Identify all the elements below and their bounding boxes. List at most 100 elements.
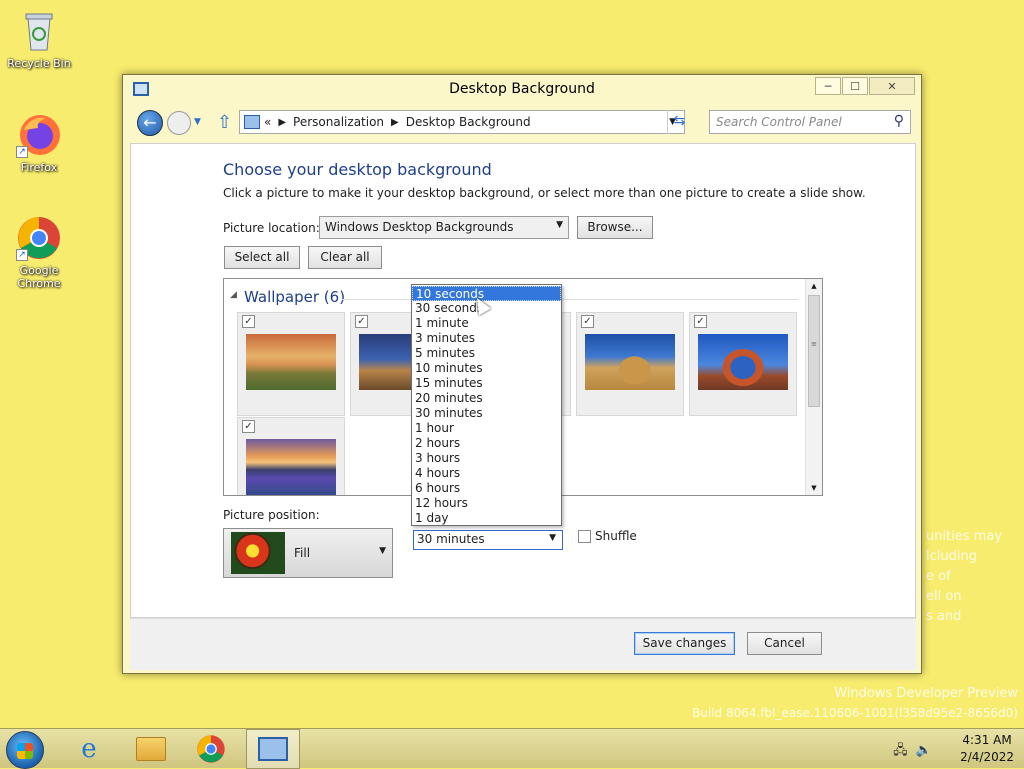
search-input[interactable]: Search Control Panel ⚲ <box>709 110 911 134</box>
windows-logo-icon <box>17 743 33 759</box>
interval-option[interactable]: 4 hours <box>412 466 561 481</box>
window-title: Desktop Background <box>449 81 595 97</box>
taskbar-google-chrome[interactable] <box>184 729 238 769</box>
taskbar: e 🖧 🔈 4:31 AM 2/4/2022 <box>0 728 1024 769</box>
wallpaper-checkbox[interactable]: ✓ <box>581 315 594 328</box>
watermark-line2: Build 8064.fbl_ease.110606-1001(l358d95e… <box>692 706 1018 720</box>
interval-option[interactable]: 10 minutes <box>412 361 561 376</box>
taskbar-file-explorer[interactable] <box>124 729 178 769</box>
maximize-button[interactable]: ☐ <box>842 77 868 95</box>
folder-icon <box>136 737 166 761</box>
browse-button[interactable]: Browse... <box>577 216 653 239</box>
back-button[interactable]: ← <box>137 110 163 136</box>
control-panel-icon <box>244 115 260 129</box>
scrollbar-thumb[interactable]: ≡ <box>808 295 820 407</box>
search-icon[interactable]: ⚲ <box>894 113 904 129</box>
interval-option[interactable]: 1 day <box>412 511 561 526</box>
gallery-scrollbar[interactable]: ▲ ≡ ▼ <box>805 279 822 495</box>
network-icon[interactable]: 🖧 <box>893 743 908 758</box>
taskbar-control-panel[interactable] <box>246 729 300 769</box>
picture-position-select[interactable]: Fill ▼ <box>223 528 393 578</box>
wallpaper-tile[interactable]: ✓ <box>689 312 797 416</box>
clock[interactable]: 4:31 AM 2/4/2022 <box>960 733 1014 764</box>
obscured-fragment: e of <box>926 569 951 584</box>
internet-explorer-icon: e <box>81 734 97 764</box>
wallpaper-lake-flowers-thumbnail[interactable] <box>246 439 336 495</box>
clear-all-button[interactable]: Clear all <box>308 246 382 269</box>
wallpaper-tile[interactable]: ✓ <box>576 312 684 416</box>
picture-location-select[interactable]: Windows Desktop Backgrounds ▼ <box>319 216 569 239</box>
wallpaper-checkbox[interactable]: ✓ <box>355 315 368 328</box>
volume-icon[interactable]: 🔈 <box>916 743 932 758</box>
chrome-icon: ↗ <box>16 215 62 261</box>
system-tray: 🖧 🔈 <box>893 741 932 763</box>
interval-option[interactable]: 20 minutes <box>412 391 561 406</box>
desktop-icon-recycle-bin[interactable]: Recycle Bin <box>1 8 77 70</box>
wallpaper-tile[interactable]: ✓ <box>237 312 345 416</box>
title-bar[interactable]: Desktop Background ─ ☐ ✕ <box>123 75 921 105</box>
collapse-group-icon[interactable]: ◢ <box>230 290 237 300</box>
interval-option[interactable]: 2 hours <box>412 436 561 451</box>
refresh-button[interactable]: ⇆ <box>667 110 691 134</box>
breadcrumb-separator-icon[interactable]: ▶ <box>278 117 286 128</box>
forward-button[interactable] <box>167 111 191 135</box>
wallpaper-hay-bale-thumbnail[interactable] <box>585 334 675 390</box>
close-button[interactable]: ✕ <box>869 77 915 95</box>
clock-date: 2/4/2022 <box>960 750 1014 764</box>
chevron-down-icon: ▼ <box>549 533 556 543</box>
interval-option[interactable]: 15 minutes <box>412 376 561 391</box>
wallpaper-sunset-field-thumbnail[interactable] <box>246 334 336 390</box>
wallpaper-arch-thumbnail[interactable] <box>698 334 788 390</box>
breadcrumb-separator-icon[interactable]: ▶ <box>391 117 399 128</box>
scroll-up-icon[interactable]: ▲ <box>806 279 822 293</box>
slideshow-interval-value: 30 minutes <box>417 532 485 546</box>
search-placeholder: Search Control Panel <box>716 115 842 129</box>
interval-option[interactable]: 3 hours <box>412 451 561 466</box>
control-panel-icon <box>258 737 288 761</box>
clock-time: 4:31 AM <box>962 733 1012 747</box>
up-arrow-icon[interactable]: ⇧ <box>217 112 232 133</box>
page-description: Click a picture to make it your desktop … <box>223 186 866 200</box>
interval-option[interactable]: 12 hours <box>412 496 561 511</box>
start-button[interactable] <box>6 731 44 769</box>
desktop-icon-label: Recycle Bin <box>7 57 71 70</box>
wallpaper-checkbox[interactable]: ✓ <box>242 420 255 433</box>
interval-option[interactable]: 10 seconds <box>412 286 561 301</box>
address-prefix[interactable]: « <box>264 115 271 129</box>
interval-option[interactable]: 1 minute <box>412 316 561 331</box>
watermark-line1: Windows Developer Preview <box>834 686 1018 701</box>
shortcut-arrow-icon: ↗ <box>16 249 28 261</box>
interval-option[interactable]: 3 minutes <box>412 331 561 346</box>
breadcrumb-personalization[interactable]: Personalization <box>293 115 384 129</box>
wallpaper-group-title[interactable]: Wallpaper (6) <box>244 288 345 306</box>
shuffle-checkbox[interactable] <box>578 529 591 543</box>
desktop-icon-chrome[interactable]: ↗ Google Chrome <box>1 215 77 290</box>
breadcrumb-desktop-background[interactable]: Desktop Background <box>406 115 531 129</box>
page-title: Choose your desktop background <box>223 160 492 179</box>
save-changes-button[interactable]: Save changes <box>634 632 735 655</box>
wallpaper-tile[interactable]: ✓ <box>237 417 345 495</box>
recent-pages-dropdown[interactable]: ▼ <box>194 117 201 127</box>
wallpaper-checkbox[interactable]: ✓ <box>694 315 707 328</box>
minimize-button[interactable]: ─ <box>815 77 841 95</box>
address-bar[interactable]: « ▶ Personalization ▶ Desktop Background… <box>239 110 685 134</box>
slideshow-interval-list[interactable]: 10 seconds 30 seconds 1 minute 3 minutes… <box>411 284 562 526</box>
cancel-button[interactable]: Cancel <box>747 632 822 655</box>
scroll-down-icon[interactable]: ▼ <box>806 481 822 495</box>
taskbar-internet-explorer[interactable]: e <box>62 729 116 769</box>
obscured-fragment: s and <box>926 609 962 624</box>
picture-position-label: Picture position: <box>223 508 320 522</box>
shuffle-label[interactable]: Shuffle <box>595 529 637 543</box>
interval-option[interactable]: 6 hours <box>412 481 561 496</box>
select-all-button[interactable]: Select all <box>224 246 300 269</box>
obscured-text: unities may lcluding e of ell on s and <box>926 527 1002 627</box>
shuffle-toggle[interactable]: Shuffle <box>578 529 637 543</box>
desktop-icon-firefox[interactable]: ↗ Firefox <box>1 112 77 174</box>
interval-option[interactable]: 30 minutes <box>412 406 561 421</box>
interval-option[interactable]: 5 minutes <box>412 346 561 361</box>
interval-option[interactable]: 1 hour <box>412 421 561 436</box>
firefox-icon: ↗ <box>16 112 62 158</box>
chrome-icon <box>197 735 225 763</box>
slideshow-interval-select[interactable]: 30 minutes ▼ <box>413 530 563 550</box>
wallpaper-checkbox[interactable]: ✓ <box>242 315 255 328</box>
